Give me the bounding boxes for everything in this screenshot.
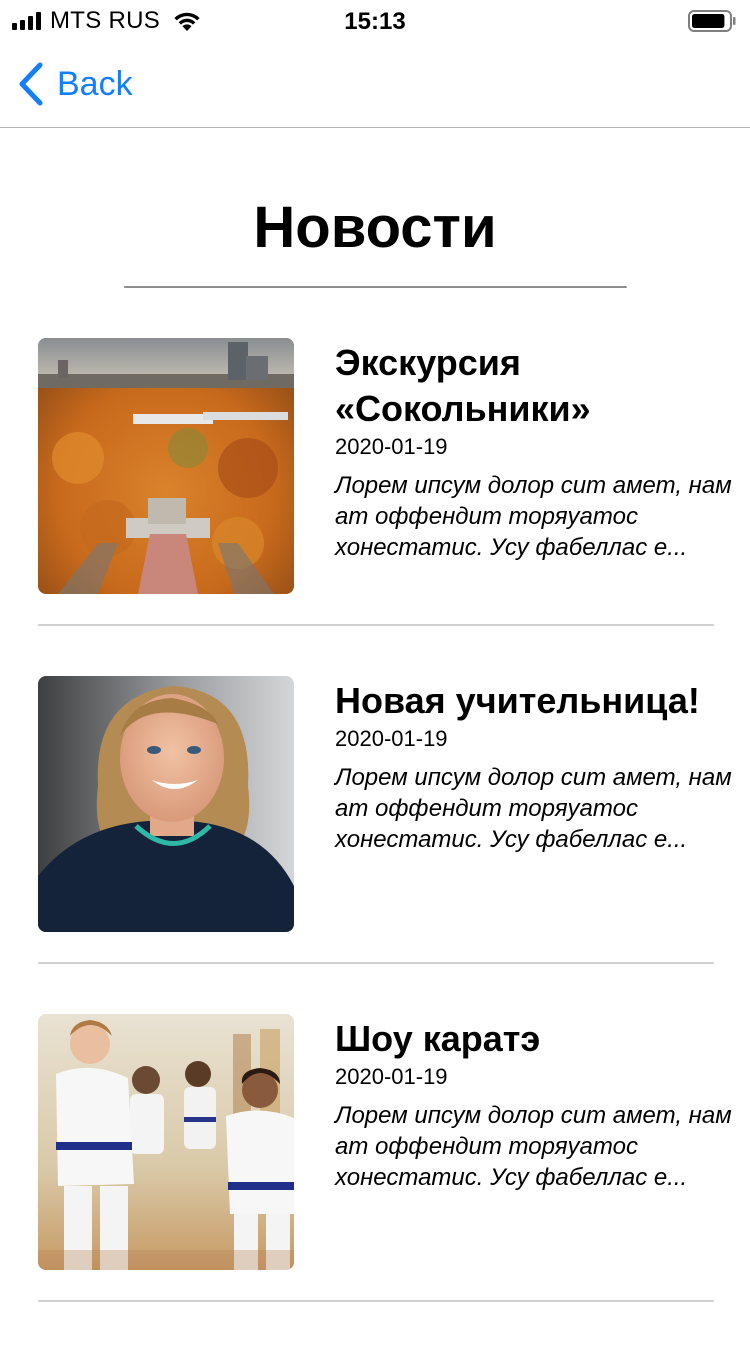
news-image [38, 676, 294, 932]
news-item[interactable]: Шоу каратэ 2020-01-19 Лорем ипсум долор … [0, 1014, 750, 1352]
status-time: 15:13 [344, 8, 406, 35]
news-image [38, 338, 294, 594]
news-list: Экскурсия «Сокольники» 2020-01-19 Лорем … [0, 338, 750, 1352]
chevron-left-icon [19, 62, 43, 106]
news-text: Экскурсия «Сокольники» 2020-01-19 Лорем … [335, 340, 735, 563]
news-date: 2020-01-19 [335, 1064, 448, 1089]
news-divider [38, 624, 714, 626]
news-text: Новая учительница! 2020-01-19 Лорем ипсу… [335, 678, 735, 855]
news-divider [38, 1300, 714, 1302]
page-title: Новости [253, 195, 497, 260]
status-bar: MTS RUS 15:13 [0, 0, 750, 40]
news-divider [38, 962, 714, 964]
back-button-label: Back [57, 64, 133, 103]
news-title: Новая учительница! [335, 680, 700, 721]
news-title: Шоу каратэ [335, 1018, 541, 1059]
battery-level-fill [692, 14, 725, 28]
back-button[interactable]: Back [18, 62, 133, 106]
news-date: 2020-01-19 [335, 726, 448, 751]
battery-icon [688, 10, 736, 32]
news-item[interactable]: Экскурсия «Сокольники» 2020-01-19 Лорем … [0, 338, 750, 676]
news-excerpt: Лорем ипсум долор сит амет, нам ат оффен… [335, 1102, 732, 1191]
news-excerpt: Лорем ипсум долор сит амет, нам ат оффен… [335, 472, 732, 561]
news-image [38, 1014, 294, 1270]
news-excerpt: Лорем ипсум долор сит амет, нам ат оффен… [335, 764, 732, 853]
navigation-bar: Back [0, 40, 750, 128]
news-text: Шоу каратэ 2020-01-19 Лорем ипсум долор … [335, 1016, 735, 1193]
news-date: 2020-01-19 [335, 434, 448, 459]
autumn-park-photo [38, 338, 294, 594]
karate-kids-photo [38, 1014, 294, 1270]
teacher-portrait-photo [38, 676, 294, 932]
news-item[interactable]: Новая учительница! 2020-01-19 Лорем ипсу… [0, 676, 750, 1014]
news-title: Экскурсия «Сокольники» [335, 342, 591, 429]
title-divider [124, 286, 627, 288]
